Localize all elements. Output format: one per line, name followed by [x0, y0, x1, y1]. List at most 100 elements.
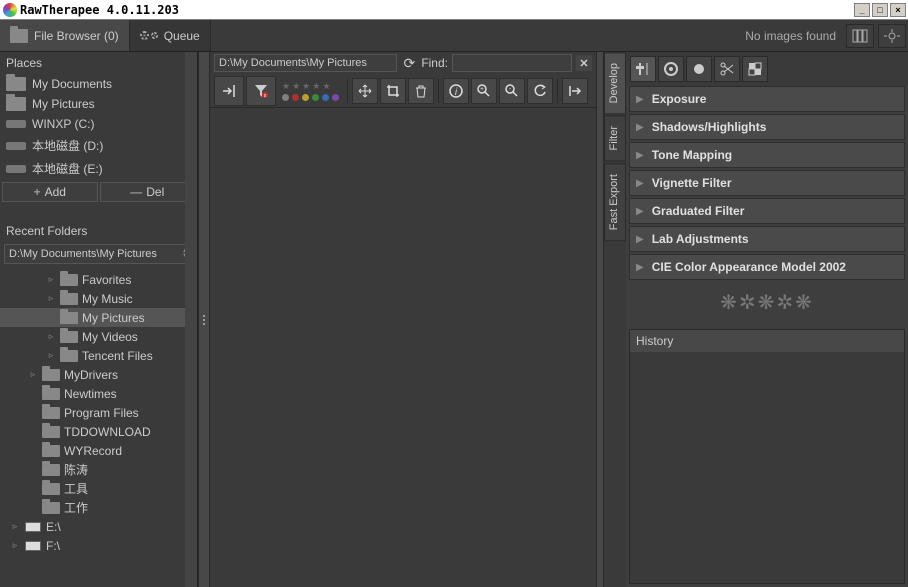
expander-icon[interactable]: ▹: [10, 540, 20, 551]
close-button[interactable]: ×: [890, 3, 906, 17]
color-label-dot[interactable]: [332, 94, 339, 101]
minimize-button[interactable]: _: [854, 3, 870, 17]
place-label: 本地磁盘 (D:): [32, 137, 103, 154]
accordion-section[interactable]: ▶Tone Mapping: [629, 142, 905, 168]
side-tab-filter[interactable]: Filter: [604, 115, 626, 161]
tree-label: Program Files: [64, 406, 139, 420]
tree-row[interactable]: ▹ My Music: [0, 289, 197, 308]
zoom-out-icon: -: [504, 83, 520, 99]
side-tab-develop[interactable]: Develop: [604, 52, 626, 114]
refresh-button[interactable]: ⟳: [401, 55, 417, 71]
del-place-button[interactable]: —Del: [100, 182, 196, 202]
thumbnail-area: [210, 108, 596, 587]
place-item[interactable]: 本地磁盘 (E:): [0, 157, 197, 180]
place-item[interactable]: 本地磁盘 (D:): [0, 134, 197, 157]
place-item[interactable]: WINXP (C:): [0, 114, 197, 134]
move-icon: [358, 84, 372, 98]
crop-icon: [386, 84, 400, 98]
folder-icon: [10, 29, 28, 43]
recent-folders-dropdown[interactable]: D:\My Documents\My Pictures ▲▼: [4, 244, 193, 264]
chevron-right-icon: ▶: [636, 234, 644, 245]
folder-icon: [42, 464, 60, 476]
color-label-dot[interactable]: [312, 94, 319, 101]
filter-unrated-button[interactable]: [214, 76, 244, 106]
drive-icon: [6, 165, 26, 173]
place-item[interactable]: My Pictures: [0, 94, 197, 114]
tool-rotate-button[interactable]: [527, 78, 553, 104]
tool-crop-button[interactable]: [380, 78, 406, 104]
drive-icon: [6, 142, 26, 150]
proc-tab-exposure[interactable]: [630, 56, 656, 82]
accordion-section[interactable]: ▶Exposure: [629, 86, 905, 112]
layout-mode-1-button[interactable]: [846, 24, 874, 48]
recent-folders-value: D:\My Documents\My Pictures: [9, 248, 157, 260]
chevron-right-icon: ▶: [636, 122, 644, 133]
drive-icon: [25, 522, 41, 532]
tool-zoom-in-button[interactable]: +: [471, 78, 497, 104]
tree-row[interactable]: My Pictures: [0, 308, 197, 327]
accordion-label: CIE Color Appearance Model 2002: [652, 260, 846, 274]
place-item[interactable]: My Documents: [0, 74, 197, 94]
left-scrollbar[interactable]: [185, 52, 197, 587]
accordion-label: Shadows/Highlights: [652, 120, 767, 134]
proc-tab-color[interactable]: [686, 56, 712, 82]
tree-label: F:\: [46, 539, 60, 553]
expander-icon[interactable]: ▹: [46, 331, 56, 342]
tree-row[interactable]: 陈涛: [0, 460, 197, 479]
side-tab-fast-export[interactable]: Fast Export: [604, 163, 626, 241]
tree-row[interactable]: 工具: [0, 479, 197, 498]
tree-row[interactable]: ▹My Videos: [0, 327, 197, 346]
layout-mode-2-button[interactable]: [878, 24, 906, 48]
color-label-dot[interactable]: [292, 94, 299, 101]
tab-file-browser[interactable]: File Browser (0): [0, 20, 130, 51]
color-label-dot[interactable]: [282, 94, 289, 101]
expander-icon[interactable]: ▹: [46, 350, 56, 361]
color-label-dot[interactable]: [302, 94, 309, 101]
tree-row[interactable]: ▹MyDrivers: [0, 365, 197, 384]
accordion-section[interactable]: ▶ Shadows/Highlights: [629, 114, 905, 140]
tree-row[interactable]: ▹E:\: [0, 517, 197, 536]
tree-row[interactable]: ▹Favorites: [0, 270, 197, 289]
chevron-right-icon: ▶: [636, 150, 644, 161]
tree-row[interactable]: Program Files: [0, 403, 197, 422]
accordion-label: Vignette Filter: [652, 176, 732, 190]
color-label-dot[interactable]: [322, 94, 329, 101]
tool-zoom-out-button[interactable]: -: [499, 78, 525, 104]
tree-row[interactable]: WYRecord: [0, 441, 197, 460]
clear-find-button[interactable]: ✕: [576, 55, 592, 71]
tree-row[interactable]: ▹ F:\: [0, 536, 197, 555]
splitter-left[interactable]: [198, 52, 210, 587]
maximize-button[interactable]: □: [872, 3, 888, 17]
expander-icon[interactable]: ▹: [46, 274, 56, 285]
proc-tab-detail[interactable]: [658, 56, 684, 82]
accordion-section[interactable]: ▶CIE Color Appearance Model 2002: [629, 254, 905, 280]
filter-clear-button[interactable]: x: [246, 76, 276, 106]
slider-icon: [635, 61, 651, 77]
proc-tab-raw[interactable]: [742, 56, 768, 82]
tree-row[interactable]: 工作: [0, 498, 197, 517]
find-input[interactable]: [452, 54, 572, 72]
splitter-center[interactable]: [596, 52, 604, 587]
expander-icon[interactable]: ▹: [28, 369, 38, 380]
expander-icon[interactable]: ▹: [46, 293, 56, 304]
tool-info-button[interactable]: i: [443, 78, 469, 104]
add-place-button[interactable]: +Add: [2, 182, 98, 202]
expander-icon[interactable]: ▹: [10, 521, 20, 532]
tab-queue[interactable]: Queue: [130, 20, 211, 51]
accordion-section[interactable]: ▶Graduated Filter: [629, 198, 905, 224]
tree-label: My Music: [82, 292, 133, 306]
proc-tab-transform[interactable]: [714, 56, 740, 82]
path-display[interactable]: D:\My Documents\My Pictures: [214, 54, 397, 72]
scissors-icon: [719, 61, 735, 77]
tool-move-button[interactable]: [352, 78, 378, 104]
accordion-section[interactable]: ▶Lab Adjustments: [629, 226, 905, 252]
tool-send-end-button[interactable]: [562, 78, 588, 104]
tree-row[interactable]: ▹ Tencent Files: [0, 346, 197, 365]
tree-label: Tencent Files: [82, 349, 153, 363]
tree-row[interactable]: Newtimes: [0, 384, 197, 403]
tool-trash-button[interactable]: [408, 78, 434, 104]
tree-row[interactable]: TDDOWNLOAD: [0, 422, 197, 441]
accordion-section[interactable]: ▶Vignette Filter: [629, 170, 905, 196]
history-panel: History: [629, 329, 905, 584]
rating-filter[interactable]: ★★★★★: [278, 81, 343, 101]
